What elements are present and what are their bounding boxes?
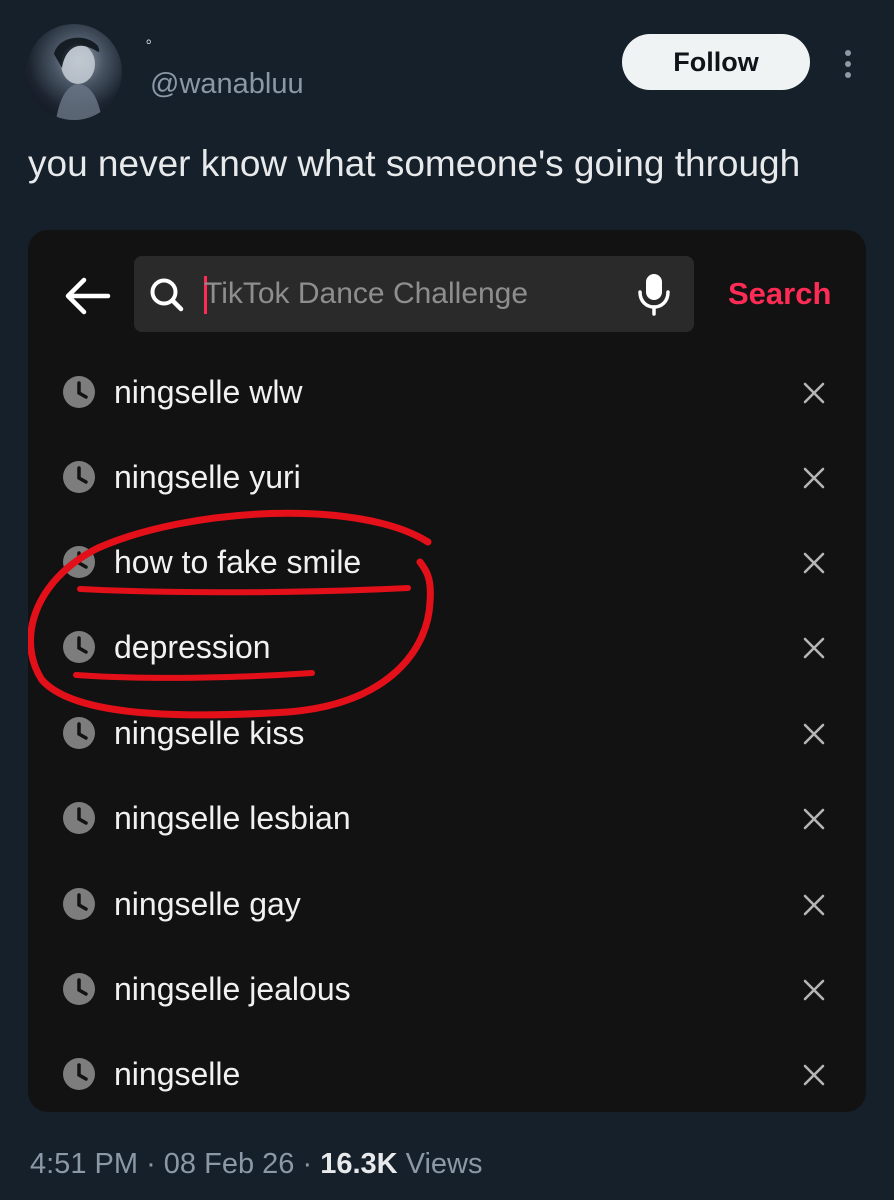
search-history-item[interactable]: ningselle wlw [28, 358, 866, 428]
search-history-label: ningselle gay [114, 886, 301, 922]
search-history-item[interactable]: how to fake smile [28, 528, 866, 598]
clock-icon [63, 717, 95, 749]
views-label: Views [405, 1148, 483, 1180]
search-icon [150, 278, 184, 312]
search-history-label: ningselle lesbian [114, 800, 351, 836]
search-history-item[interactable]: ningselle lesbian [28, 784, 866, 854]
clock-icon [63, 461, 95, 493]
clock-icon [63, 1058, 95, 1090]
more-options-icon[interactable] [834, 44, 862, 84]
avatar-photo [54, 37, 102, 120]
search-history-item[interactable]: ningselle gay [28, 870, 866, 940]
close-icon[interactable] [802, 551, 826, 575]
search-input[interactable]: TikTok Dance Challenge [204, 274, 528, 314]
meta-separator: · [146, 1148, 156, 1180]
dot [845, 50, 851, 56]
search-button[interactable]: Search [728, 276, 831, 312]
tweet-text: you never know what someone's going thro… [28, 143, 801, 184]
microphone-icon [638, 274, 670, 316]
search-history-item[interactable]: ningselle yuri [28, 443, 866, 513]
search-history-item[interactable]: ningselle [28, 1040, 866, 1110]
close-icon[interactable] [802, 978, 826, 1002]
clock-icon [63, 802, 95, 834]
close-icon[interactable] [802, 893, 826, 917]
close-icon[interactable] [802, 636, 826, 660]
clock-icon [63, 631, 95, 663]
search-box[interactable]: TikTok Dance Challenge [134, 256, 694, 332]
search-history-label: ningselle [114, 1056, 241, 1092]
search-history-item[interactable]: ningselle jealous [28, 955, 866, 1025]
close-icon[interactable] [802, 1063, 826, 1087]
search-history-label: ningselle kiss [114, 715, 305, 751]
user-handle[interactable]: @wanabluu [150, 66, 304, 102]
tweet-meta: 4:51 PM · 08 Feb 26 · 16.3K Views [30, 1146, 483, 1182]
dot [845, 72, 851, 78]
follow-button[interactable]: Follow [622, 34, 810, 90]
tweet-media-image[interactable]: TikTok Dance Challenge Search ningselle … [28, 230, 866, 1112]
views-count: 16.3K [320, 1148, 398, 1180]
close-icon[interactable] [802, 722, 826, 746]
search-history-item[interactable]: depression [28, 613, 866, 683]
clock-icon [63, 546, 95, 578]
clock-icon [63, 888, 95, 920]
search-history-label: ningselle jealous [114, 971, 351, 1007]
tweet-time[interactable]: 4:51 PM [30, 1148, 138, 1180]
dot [845, 61, 851, 67]
meta-separator: · [302, 1148, 313, 1180]
search-history-item[interactable]: ningselle kiss [28, 699, 866, 769]
close-icon[interactable] [802, 466, 826, 490]
close-icon[interactable] [802, 807, 826, 831]
close-icon[interactable] [802, 381, 826, 405]
back-arrow-icon [65, 277, 111, 315]
clock-icon [63, 973, 95, 1005]
search-history-label: how to fake smile [114, 544, 362, 580]
display-name[interactable]: 。 [146, 30, 160, 46]
search-history-label: depression [114, 629, 271, 665]
tweet-date[interactable]: 08 Feb 26 [164, 1148, 295, 1180]
search-history-label: ningselle yuri [114, 459, 301, 495]
avatar[interactable] [26, 24, 122, 120]
search-history-label: ningselle wlw [114, 374, 303, 410]
clock-icon [63, 376, 95, 408]
